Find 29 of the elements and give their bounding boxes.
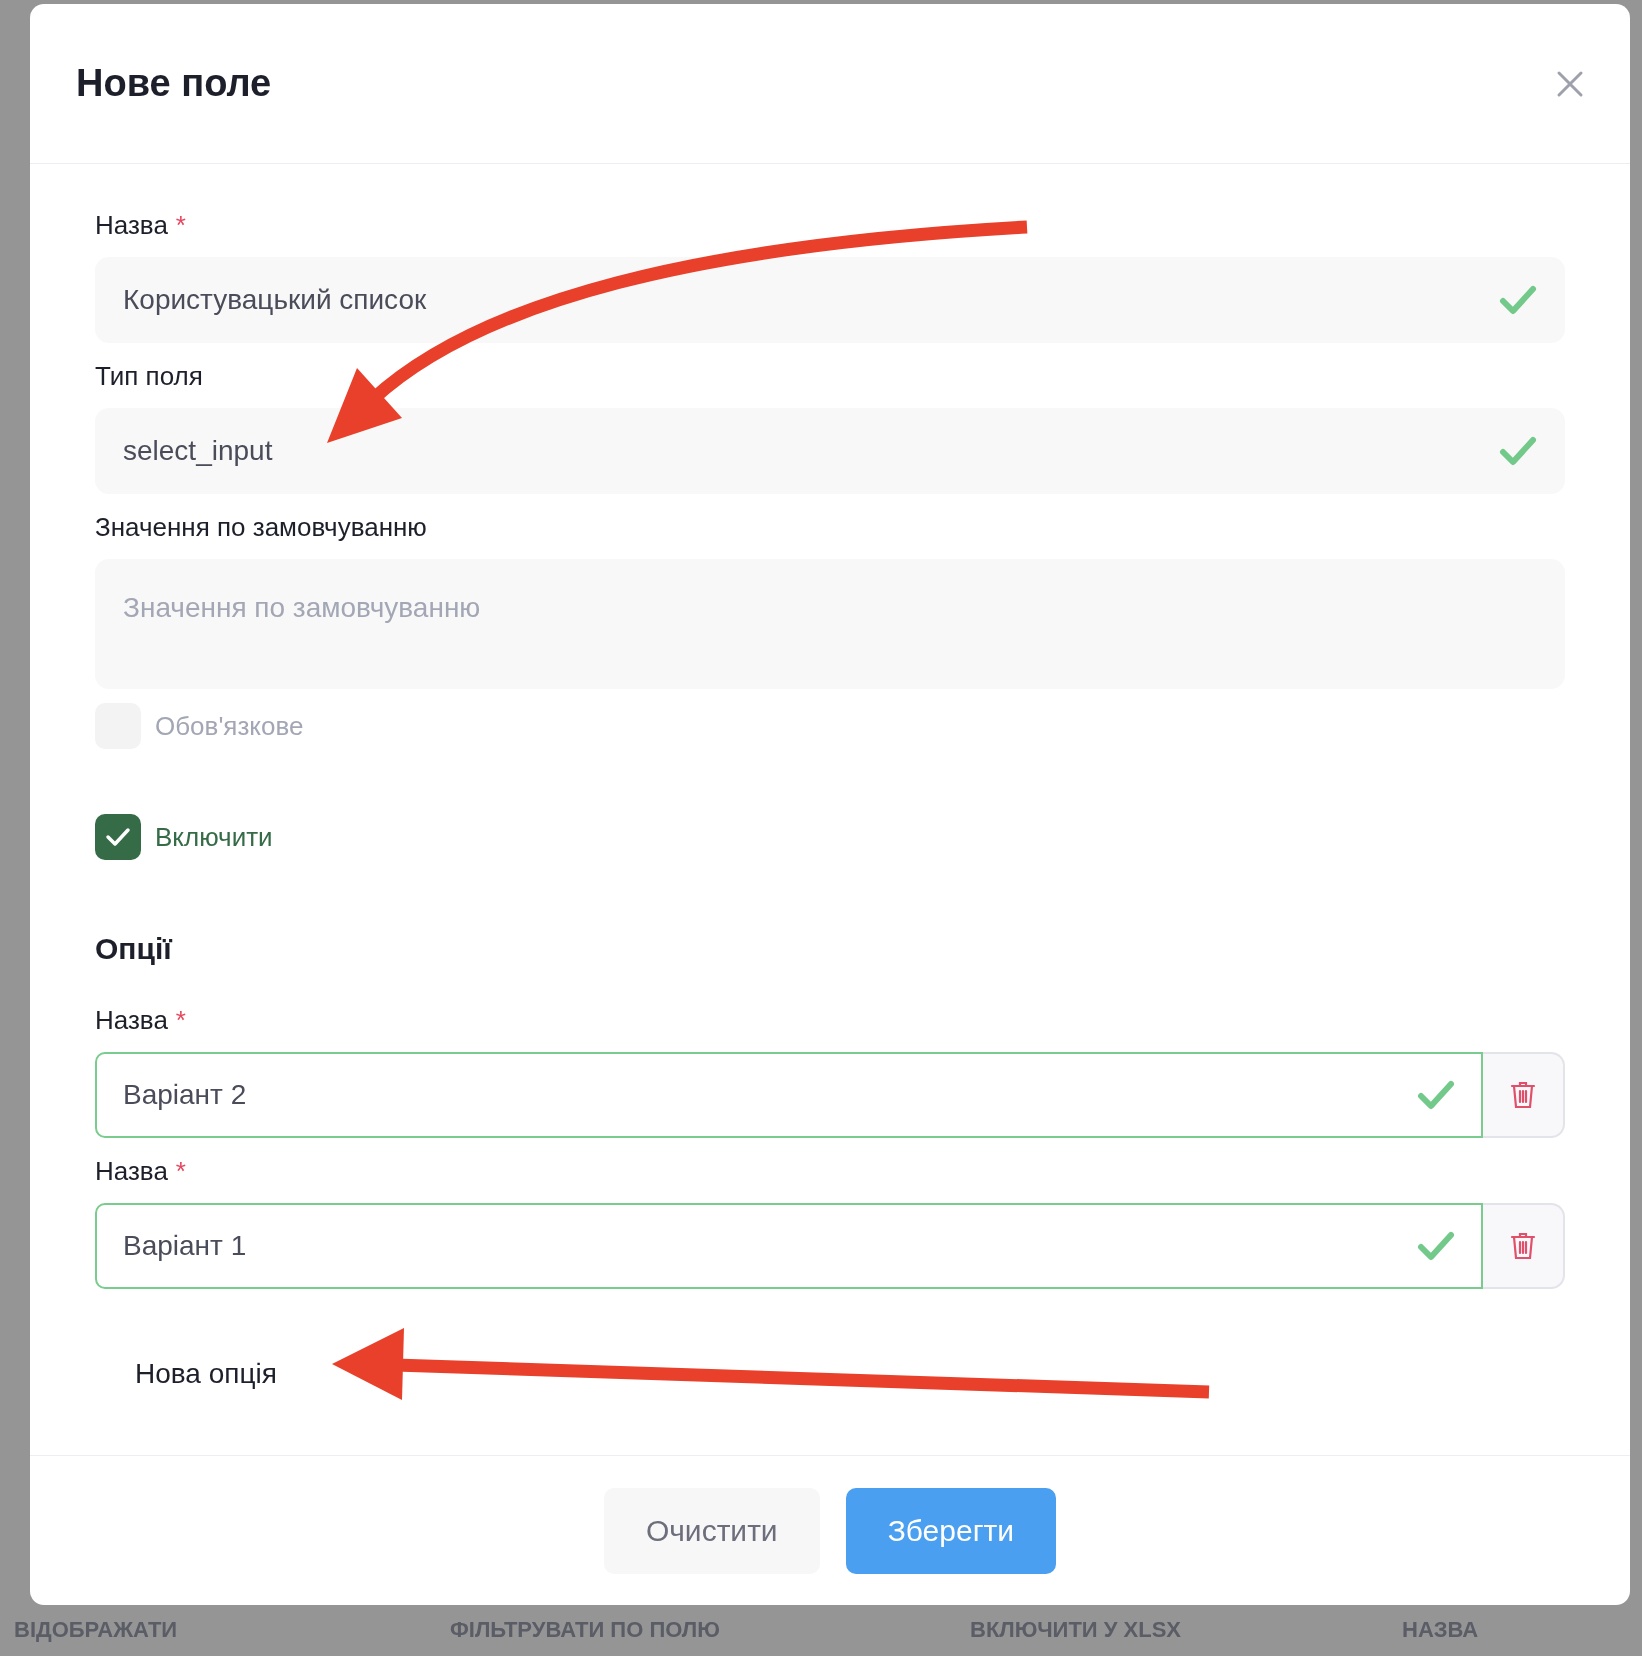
close-icon[interactable] <box>1556 69 1584 98</box>
field-label: Назва <box>95 1155 168 1188</box>
add-option-button[interactable]: Нова опція <box>135 1353 277 1395</box>
dialog-title: Нове поле <box>76 61 272 106</box>
required-asterisk: * <box>175 1004 186 1037</box>
field-label: Тип поля <box>95 360 203 393</box>
field-label: Значення по замовчуванню <box>95 511 427 544</box>
trash-icon <box>1510 1231 1536 1261</box>
checkbox-label: Обов'язкове <box>155 709 304 743</box>
checkmark-icon <box>105 826 131 848</box>
checkbox[interactable] <box>95 814 141 860</box>
field-label: Назва <box>95 1004 168 1037</box>
required-asterisk: * <box>175 1155 186 1188</box>
text-field[interactable]: Користувацький список <box>95 257 1565 343</box>
section-heading: Опції <box>95 931 174 967</box>
column-header: ФІЛЬТРУВАТИ ПО ПОЛЮ <box>450 1616 721 1644</box>
text-field[interactable]: Варіант 2 <box>95 1052 1483 1138</box>
trash-icon <box>1510 1080 1536 1110</box>
checkbox-label: Включити <box>155 820 273 854</box>
column-header: НАЗВА <box>1402 1616 1480 1644</box>
clear-button[interactable]: Очистити <box>603 1487 820 1574</box>
column-header: ВІДОБРАЖАТИ <box>14 1616 179 1644</box>
delete-button[interactable] <box>1483 1203 1565 1289</box>
column-header: ВКЛЮЧИТИ У XLSX <box>970 1616 1183 1644</box>
required-asterisk: * <box>175 209 186 242</box>
text-field[interactable]: select_input <box>95 408 1565 494</box>
delete-button[interactable] <box>1483 1052 1565 1138</box>
text-field[interactable]: Варіант 1 <box>95 1203 1483 1289</box>
field-label: Назва <box>95 209 168 242</box>
